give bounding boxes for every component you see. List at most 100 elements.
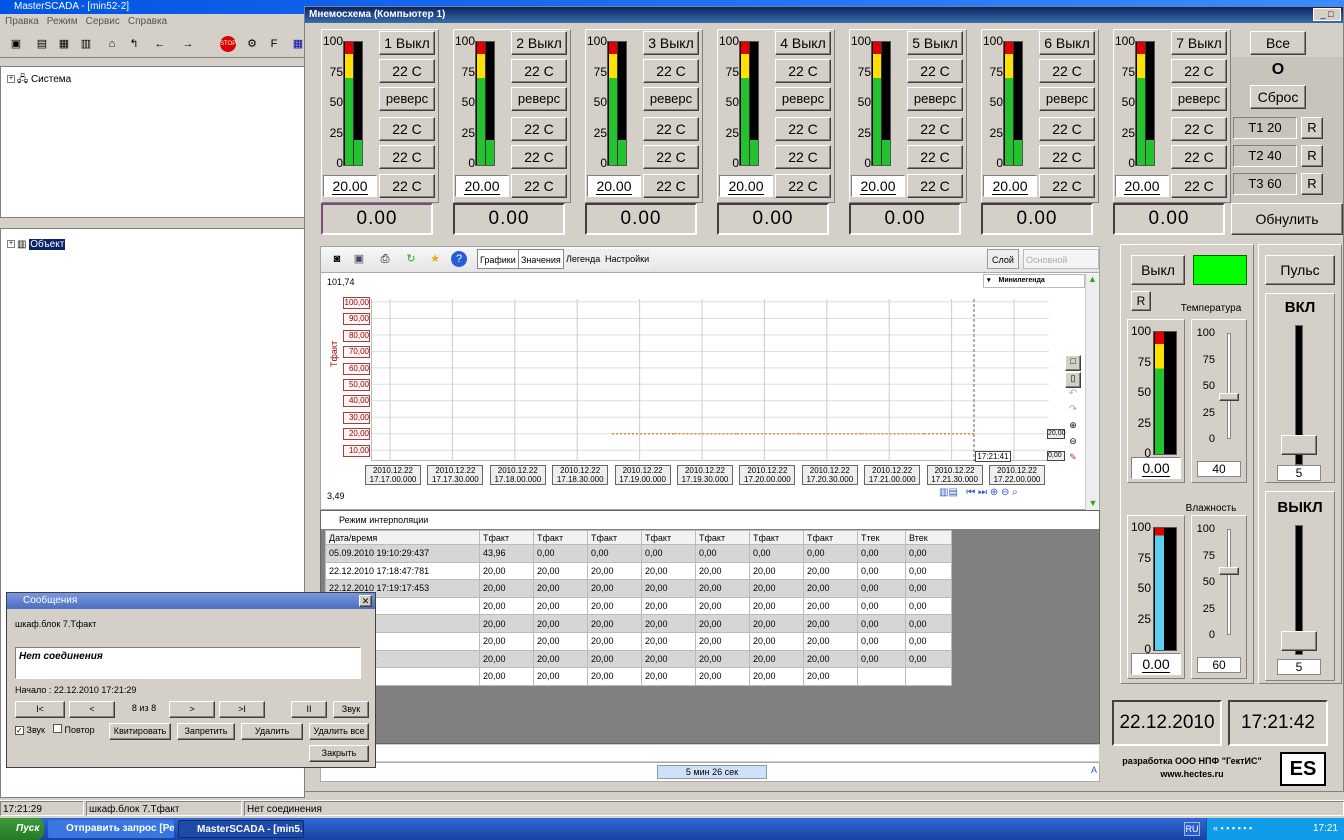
window-icon[interactable]: ▤ — [34, 36, 50, 52]
close-icon[interactable]: ✕ — [359, 595, 372, 607]
table-header-cell[interactable]: Тфакт — [533, 530, 588, 545]
font-icon[interactable]: F — [266, 36, 282, 52]
redo-icon[interactable]: ↷ — [1065, 404, 1081, 420]
unit-temp-2[interactable]: 22 C — [643, 117, 699, 141]
bars-icon[interactable]: ▥▤ — [939, 487, 958, 498]
start-button[interactable]: Пуск — [0, 818, 44, 840]
menu-service[interactable]: Сервис — [86, 16, 120, 27]
table-row[interactable]: 7:21:29:14020,0020,0020,0020,0020,0020,0… — [325, 649, 952, 669]
ack-button[interactable]: Квитировать — [109, 723, 171, 740]
unit-off-button[interactable]: 1 Выкл — [379, 31, 435, 55]
minilegend[interactable]: ▾ Минилегенда — [983, 274, 1085, 288]
zoom-out-icon[interactable]: ⊖ — [1001, 487, 1009, 498]
unit-temp-4[interactable]: 22 C — [643, 174, 699, 198]
period[interactable]: 5 мин 26 сек — [657, 765, 767, 779]
unit-reverse-button[interactable]: реверс — [907, 87, 963, 111]
save-icon[interactable]: ▣ — [351, 251, 367, 267]
tray-icons[interactable]: « ▪ ▪ ▪ ▪ ▪ ▪ — [1213, 823, 1252, 833]
table-header-cell[interactable]: Тфакт — [695, 530, 750, 545]
task-opera[interactable]: Отправить запрос [Рез... — [48, 820, 174, 838]
forbid-button[interactable]: Запретить — [177, 723, 235, 740]
tab-settings[interactable]: Настройки — [603, 249, 652, 269]
table-header-cell[interactable]: Тфакт — [803, 530, 858, 545]
last-button[interactable]: >I — [219, 701, 265, 718]
table-hscroll[interactable] — [321, 745, 1099, 761]
table-header-cell[interactable]: Дата/время — [325, 530, 480, 545]
first-button[interactable]: I< — [15, 701, 65, 718]
table-row[interactable]: 7:21:42:43720,0020,0020,0020,0020,0020,0… — [325, 667, 952, 686]
settings-icon[interactable]: ⚙ — [244, 36, 260, 52]
unit-temp-3[interactable]: 22 C — [511, 145, 567, 169]
tree-icon[interactable]: ▦ — [56, 36, 72, 52]
sound-button[interactable]: Звук — [333, 701, 369, 718]
vertical-scrollbar[interactable]: ▲ ▼ — [1085, 274, 1099, 510]
table-row[interactable]: 7:21:15:07820,0020,0020,0020,0020,0020,0… — [325, 631, 952, 651]
language-indicator[interactable]: RU — [1184, 822, 1200, 836]
delete-button[interactable]: Удалить — [241, 723, 303, 740]
help-icon[interactable]: ? — [451, 251, 467, 267]
window-controls[interactable]: _ □ — [1313, 8, 1341, 21]
unit-reverse-button[interactable]: реверс — [775, 87, 831, 111]
zoom-in-icon[interactable]: ⊕ — [990, 487, 998, 498]
off-slider-thumb[interactable] — [1281, 631, 1317, 651]
edit-icon[interactable]: ✎ — [1065, 452, 1081, 468]
temp-slider-thumb[interactable] — [1219, 392, 1239, 401]
unit-off-button[interactable]: 2 Выкл — [511, 31, 567, 55]
unit-off-button[interactable]: 7 Выкл — [1171, 31, 1227, 55]
humidity-slider-track[interactable] — [1227, 529, 1231, 635]
delete-all-button[interactable]: Удалить все — [309, 723, 369, 740]
unit-temp-1[interactable]: 22 C — [511, 59, 567, 83]
pause-button[interactable]: II — [291, 701, 327, 718]
layer-button[interactable]: Слой — [987, 249, 1019, 269]
up-icon[interactable]: ↰ — [126, 36, 142, 52]
next-button[interactable]: > — [169, 701, 215, 718]
climate-off-button[interactable]: Выкл — [1131, 255, 1185, 285]
unit-setpoint[interactable]: 20.00 — [983, 175, 1037, 197]
unit-setpoint[interactable]: 20.00 — [851, 175, 905, 197]
unit-setpoint[interactable]: 20.00 — [587, 175, 641, 197]
on-slider-thumb[interactable] — [1281, 435, 1317, 455]
search-icon[interactable]: ⌕ — [1012, 487, 1018, 498]
unit-temp-3[interactable]: 22 C — [1039, 145, 1095, 169]
table-row[interactable]: 7:21:08:90620,0020,0020,0020,0020,0020,0… — [325, 614, 952, 633]
menu-help[interactable]: Справка — [128, 16, 167, 27]
unit-temp-1[interactable]: 22 C — [1171, 59, 1227, 83]
on-value[interactable]: 5 — [1277, 465, 1321, 481]
unit-off-button[interactable]: 3 Выкл — [643, 31, 699, 55]
unit-temp-3[interactable]: 22 C — [643, 145, 699, 169]
tree-node-system[interactable]: + 🖧 Система — [7, 72, 71, 89]
timer-reset-button[interactable]: R — [1301, 145, 1323, 167]
unit-reverse-button[interactable]: реверс — [511, 87, 567, 111]
unit-temp-1[interactable]: 22 C — [643, 59, 699, 83]
refresh-icon[interactable]: ↻ — [403, 251, 419, 267]
unit-temp-3[interactable]: 22 C — [775, 145, 831, 169]
unit-off-button[interactable]: 4 Выкл — [775, 31, 831, 55]
unit-temp-2[interactable]: 22 C — [379, 117, 435, 141]
scroll-up-icon[interactable]: ▲ — [1086, 274, 1099, 288]
unit-temp-4[interactable]: 22 C — [379, 174, 435, 198]
zoom-out-icon[interactable]: ⊖ — [1065, 436, 1081, 452]
unit-temp-3[interactable]: 22 C — [1171, 145, 1227, 169]
tab-legend[interactable]: Легенда — [564, 249, 603, 269]
unit-temp-2[interactable]: 22 C — [1171, 117, 1227, 141]
zoom-box-icon[interactable]: □ — [1065, 355, 1081, 371]
unit-temp-1[interactable]: 22 C — [775, 59, 831, 83]
temp-slider-track[interactable] — [1227, 333, 1231, 439]
checkbox-icon[interactable] — [53, 724, 62, 733]
timer-display[interactable]: T1 20 — [1233, 117, 1297, 139]
menu-edit[interactable]: Правка — [5, 16, 39, 27]
step-icon[interactable]: ⏭ — [978, 487, 987, 498]
table-row[interactable]: 22.12.2010 17:19:17:453 20,00 20,00 20,00 20… — [325, 579, 952, 598]
zoom-in-icon[interactable]: ⊕ — [1065, 420, 1081, 436]
table-row[interactable]: 22.12.2010 17:18:47:781 20,00 20,00 20,00 20… — [325, 561, 952, 581]
undo-icon[interactable]: ↶ — [1065, 388, 1081, 404]
print-icon[interactable]: ⎙ — [377, 251, 393, 267]
all-button[interactable]: Все — [1250, 31, 1306, 55]
interp-mode-bar[interactable]: Режим интерполяции — [321, 511, 1099, 529]
star-icon[interactable]: ★ — [427, 251, 443, 267]
unit-setpoint[interactable]: 20.00 — [1115, 175, 1169, 197]
off-value[interactable]: 5 — [1277, 659, 1321, 675]
reset-button[interactable]: Сброс — [1250, 85, 1306, 109]
camera-icon[interactable]: ◙ — [329, 251, 345, 267]
unit-reverse-button[interactable]: реверс — [1039, 87, 1095, 111]
